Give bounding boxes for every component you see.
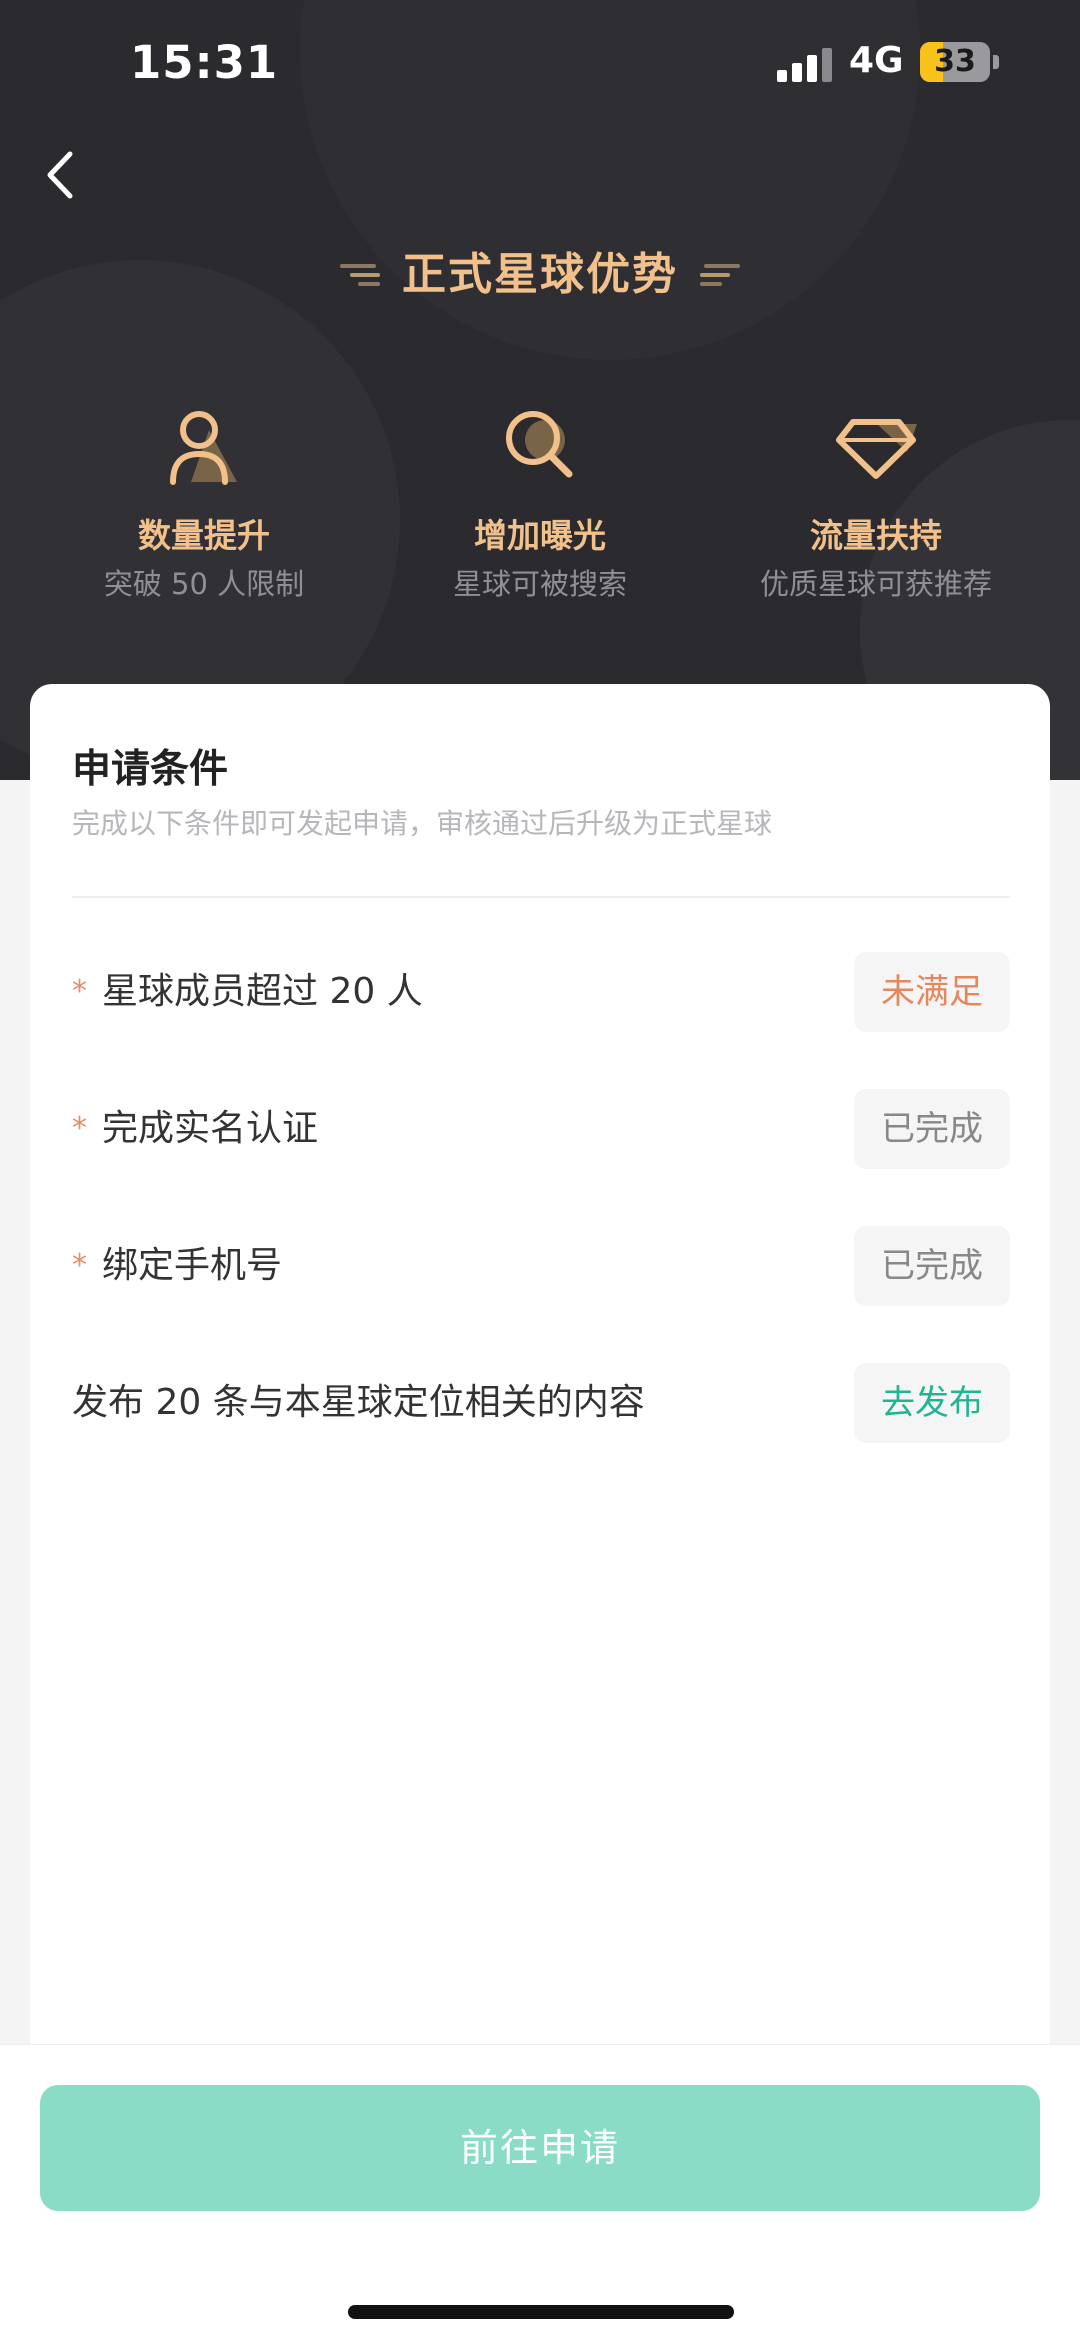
home-indicator [348, 2305, 734, 2319]
benefit-item: 流量扶持 优质星球可获推荐 [706, 400, 1046, 604]
signal-icon [777, 48, 832, 82]
benefit-desc: 星球可被搜索 [452, 567, 627, 601]
conditions-card: 申请条件 完成以下条件即可发起申请，审核通过后升级为正式星球 * 星球成员超过 … [30, 684, 1050, 2074]
condition-label: 发布 20 条与本星球定位相关的内容 [72, 1382, 645, 1423]
condition-row: 发布 20 条与本星球定位相关的内容 去发布 [72, 1363, 1010, 1443]
header-title-row: 正式星球优势 [0, 240, 1080, 310]
benefit-title: 流量扶持 [810, 516, 942, 555]
condition-status-badge: 已完成 [854, 1226, 1010, 1306]
benefits-row: 数量提升 突破 50 人限制 增加曝光 星球可被搜索 流量扶持 优质星球可获推荐 [0, 400, 1080, 620]
card-subtitle: 完成以下条件即可发起申请，审核通过后升级为正式星球 [72, 807, 773, 840]
card-title: 申请条件 [72, 747, 229, 792]
condition-status-badge: 已完成 [854, 1089, 1010, 1169]
benefit-title: 数量提升 [138, 516, 270, 555]
status-time: 15:31 [130, 36, 279, 89]
condition-row: * 绑定手机号 已完成 [72, 1226, 1010, 1306]
bottom-bar: 前往申请 [0, 2044, 1080, 2337]
condition-label: 星球成员超过 20 人 [102, 971, 423, 1012]
required-asterisk: * [72, 1248, 87, 1283]
benefit-desc: 突破 50 人限制 [103, 567, 305, 601]
network-type: 4G [849, 40, 904, 81]
publish-button[interactable]: 去发布 [854, 1363, 1010, 1443]
divider [72, 896, 1010, 898]
benefit-title: 增加曝光 [474, 516, 606, 555]
title-decoration-right [700, 264, 740, 286]
hero-header: 15:31 4G 33 正式星球优势 数量提升 突破 50 人限制 增加曝光 星… [0, 0, 1080, 780]
diamond-icon [836, 419, 917, 479]
required-asterisk: * [72, 974, 87, 1009]
battery-level: 33 [934, 44, 976, 79]
benefit-item: 增加曝光 星球可被搜索 [370, 400, 710, 604]
battery-icon: 33 [920, 42, 1000, 82]
apply-button[interactable]: 前往申请 [40, 2085, 1040, 2211]
condition-label: 完成实名认证 [102, 1108, 319, 1149]
search-icon [506, 411, 573, 478]
benefit-item: 数量提升 突破 50 人限制 [34, 400, 374, 604]
condition-label: 绑定手机号 [102, 1245, 283, 1286]
user-icon [170, 411, 237, 485]
condition-row: * 星球成员超过 20 人 未满足 [72, 952, 1010, 1032]
chevron-left-icon[interactable] [36, 140, 86, 210]
page-title: 正式星球优势 [402, 249, 678, 300]
condition-row: * 完成实名认证 已完成 [72, 1089, 1010, 1169]
benefit-desc: 优质星球可获推荐 [759, 567, 992, 601]
required-asterisk: * [72, 1111, 87, 1146]
condition-status-badge: 未满足 [854, 952, 1010, 1032]
title-decoration-left [340, 264, 380, 286]
